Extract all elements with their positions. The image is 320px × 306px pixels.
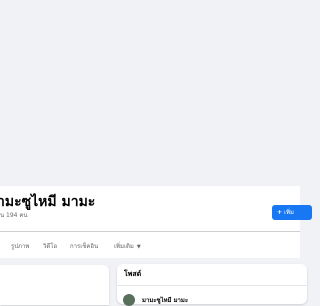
- plus-icon: +: [277, 209, 283, 216]
- tab-more-label: เพิ่มเติม: [114, 243, 134, 250]
- cover-photo[interactable]: [0, 0, 300, 186]
- friend-count[interactable]: น 194 คน: [0, 210, 27, 220]
- posts-divider: [117, 285, 307, 286]
- tab-more[interactable]: เพิ่มเติม ▼: [114, 241, 141, 251]
- add-friend-label: เพิ่ม: [284, 209, 294, 216]
- tab-videos[interactable]: วิดีโอ: [43, 241, 57, 251]
- add-friend-button[interactable]: + เพิ่ม: [272, 205, 312, 220]
- posts-card: โพสต์ มามะซูไหมี มามะ: [117, 264, 307, 306]
- profile-tabs: รูปภาพ วิดีโอ การเช็คอิน เพิ่มเติม ▼: [0, 232, 300, 258]
- post-author[interactable]: มามะซูไหมี มามะ: [142, 295, 188, 305]
- tab-photos[interactable]: รูปภาพ: [11, 241, 29, 251]
- chevron-down-icon: ▼: [136, 244, 141, 250]
- avatar[interactable]: [123, 294, 135, 306]
- intro-card: [0, 265, 109, 305]
- tab-checkins[interactable]: การเช็คอิน: [70, 241, 98, 251]
- posts-title: โพสต์: [124, 270, 142, 278]
